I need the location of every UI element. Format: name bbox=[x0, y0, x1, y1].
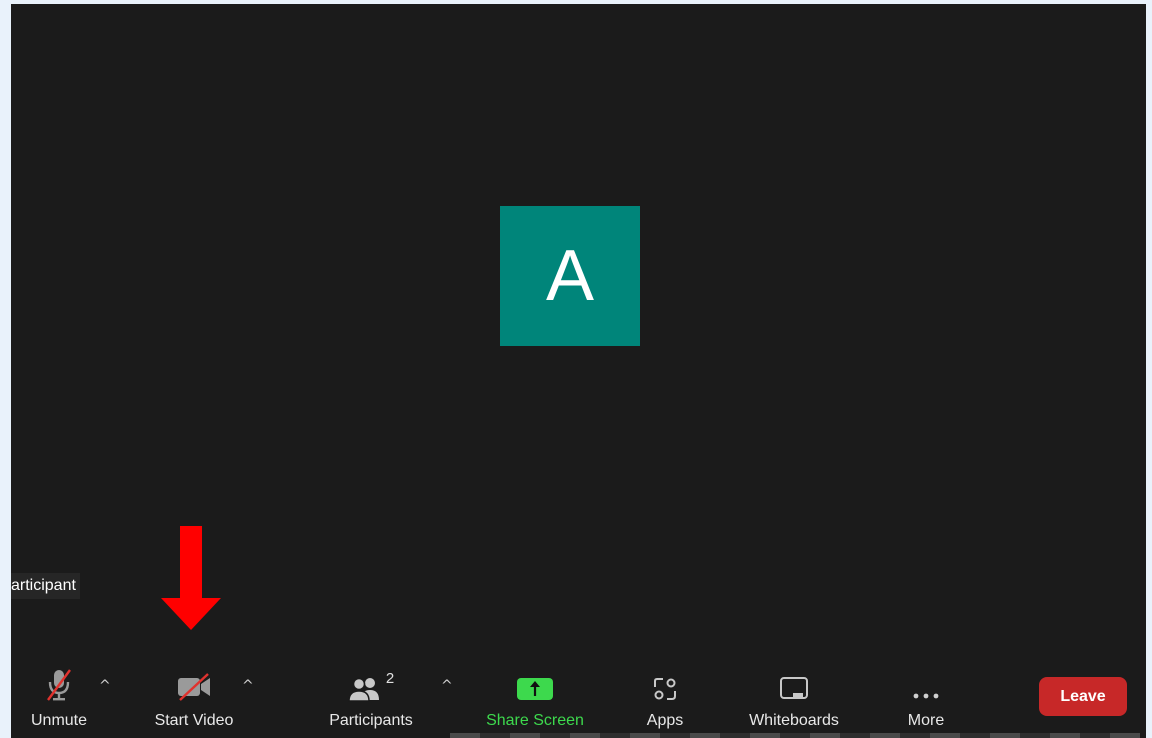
unmute-button[interactable]: Unmute bbox=[25, 654, 93, 738]
share-screen-icon bbox=[517, 666, 553, 702]
more-label: More bbox=[907, 712, 945, 729]
video-off-icon bbox=[176, 666, 212, 702]
apps-label: Apps bbox=[646, 712, 684, 729]
apps-icon bbox=[652, 666, 678, 702]
apps-button[interactable]: Apps bbox=[639, 654, 691, 738]
participant-name-label: articipant bbox=[11, 573, 80, 599]
leave-button[interactable]: Leave bbox=[1039, 677, 1127, 716]
participants-icon: 2 bbox=[348, 666, 394, 702]
whiteboard-icon bbox=[779, 666, 809, 702]
muted-microphone-icon bbox=[44, 666, 74, 702]
participants-label: Participants bbox=[329, 712, 413, 729]
participants-button[interactable]: 2 Participants bbox=[323, 654, 419, 738]
participant-avatar: A bbox=[500, 206, 640, 346]
unmute-label: Unmute bbox=[30, 712, 88, 729]
video-options-caret[interactable]: ^ bbox=[242, 678, 254, 694]
audio-options-caret[interactable]: ^ bbox=[99, 678, 111, 694]
more-button[interactable]: More bbox=[897, 654, 955, 738]
annotation-arrow bbox=[161, 526, 221, 630]
avatar-initial: A bbox=[545, 236, 595, 316]
whiteboards-button[interactable]: Whiteboards bbox=[739, 654, 849, 738]
more-dots-icon bbox=[911, 666, 941, 702]
participants-count: 2 bbox=[385, 670, 395, 687]
share-screen-button[interactable]: Share Screen bbox=[483, 654, 587, 738]
start-video-label: Start Video bbox=[154, 712, 234, 729]
taskbar-edge bbox=[450, 733, 1140, 738]
whiteboards-label: Whiteboards bbox=[749, 712, 839, 729]
meeting-window: A articipant Unmute ^ Start Video ^ 2 Pa… bbox=[11, 4, 1146, 738]
share-screen-label: Share Screen bbox=[486, 712, 584, 729]
meeting-toolbar: Unmute ^ Start Video ^ 2 Participants ^ … bbox=[11, 654, 1146, 738]
start-video-button[interactable]: Start Video bbox=[147, 654, 241, 738]
participants-options-caret[interactable]: ^ bbox=[441, 678, 453, 694]
